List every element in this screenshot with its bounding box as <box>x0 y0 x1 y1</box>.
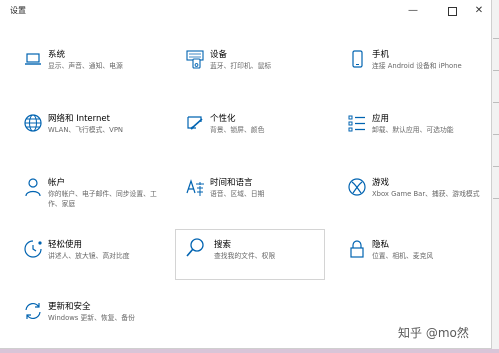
person-icon <box>25 178 41 197</box>
tile-apps-desc: 卸载、默认应用、可选功能 <box>372 126 454 134</box>
tile-accounts[interactable]: 帐户 你的帐户、电子邮件、同步设置、工作、家庭 <box>18 174 166 222</box>
tile-gaming[interactable]: 游戏 Xbox Game Bar、捕获、游戏模式 <box>342 174 490 222</box>
window-title: 设置 <box>10 6 26 15</box>
lock-icon <box>350 240 364 258</box>
taskbar-strip <box>0 349 499 353</box>
tile-devices-desc: 蓝牙、打印机、鼠标 <box>210 62 272 70</box>
tile-personalization-label: 个性化 <box>210 114 236 124</box>
tile-privacy-desc: 位置、相机、麦克风 <box>372 252 434 260</box>
tile-ease-of-access[interactable]: 轻松使用 讲述人、放大镜、高对比度 <box>18 236 166 284</box>
tile-search-desc: 查找我的文件、权限 <box>214 252 276 260</box>
background-window-edge <box>492 0 499 353</box>
maximize-icon <box>447 7 457 16</box>
tile-apps[interactable]: 应用 卸载、默认应用、可选功能 <box>342 110 490 158</box>
tile-network-desc: WLAN、飞行模式、VPN <box>48 126 124 134</box>
paintbrush-icon <box>187 116 203 130</box>
tile-devices[interactable]: 设备 蓝牙、打印机、鼠标 <box>180 46 328 94</box>
tile-privacy-label: 隐私 <box>372 240 390 250</box>
tile-privacy[interactable]: 隐私 位置、相机、麦克风 <box>342 236 490 284</box>
tile-time-language-desc: 语音、区域、日期 <box>210 190 265 198</box>
search-icon <box>186 238 204 257</box>
tile-search[interactable]: 搜索 查找我的文件、权限 <box>175 229 325 280</box>
tile-phone-label: 手机 <box>372 50 390 60</box>
tile-time-language-label: 时间和语言 <box>210 178 253 188</box>
update-icon <box>25 302 41 320</box>
tile-ease-of-access-label: 轻松使用 <box>48 240 83 250</box>
tile-phone-desc: 连接 Android 设备和 iPhone <box>372 62 462 70</box>
globe-icon <box>24 114 42 132</box>
tile-network[interactable]: 网络和 Internet WLAN、飞行模式、VPN <box>18 110 166 158</box>
settings-window: 设置 — ✕ 系统 显示、声音、通知、电源 设备 蓝牙、打印机、鼠标 手机 连接… <box>0 0 492 349</box>
tile-time-language[interactable]: 时间和语言 语音、区域、日期 <box>180 174 328 222</box>
tile-accounts-desc: 你的帐户、电子邮件、同步设置、工作、家庭 <box>48 190 157 208</box>
tile-system[interactable]: 系统 显示、声音、通知、电源 <box>18 46 166 94</box>
watermark: 知乎 @mo然 <box>398 326 469 340</box>
devices-icon <box>186 50 204 69</box>
ease-of-access-icon <box>24 240 42 258</box>
tile-network-label: 网络和 Internet <box>48 114 110 124</box>
tile-accounts-label: 帐户 <box>48 178 66 188</box>
title-bar: 设置 — ✕ <box>0 0 492 22</box>
close-button[interactable]: ✕ <box>470 3 488 19</box>
tile-gaming-desc: Xbox Game Bar、捕获、游戏模式 <box>372 190 480 198</box>
tile-update-security[interactable]: 更新和安全 Windows 更新、恢复、备份 <box>18 298 166 346</box>
xbox-icon <box>348 178 366 196</box>
minimize-button[interactable]: — <box>404 3 422 19</box>
tile-update-security-desc: Windows 更新、恢复、备份 <box>48 314 135 322</box>
tile-system-desc: 显示、声音、通知、电源 <box>48 62 123 70</box>
tile-apps-label: 应用 <box>372 114 390 124</box>
apps-list-icon <box>348 115 365 132</box>
laptop-icon <box>25 53 41 65</box>
tile-personalization[interactable]: 个性化 背景、锁屏、颜色 <box>180 110 328 158</box>
tile-gaming-label: 游戏 <box>372 178 390 188</box>
tile-update-security-label: 更新和安全 <box>48 302 91 312</box>
tile-ease-of-access-desc: 讲述人、放大镜、高对比度 <box>48 252 130 260</box>
tile-personalization-desc: 背景、锁屏、颜色 <box>210 126 265 134</box>
tile-search-label: 搜索 <box>214 240 232 250</box>
phone-icon <box>352 50 363 68</box>
tile-devices-label: 设备 <box>210 50 228 60</box>
maximize-button[interactable] <box>443 3 461 19</box>
time-language-icon <box>186 179 204 196</box>
tile-system-label: 系统 <box>48 50 66 60</box>
tile-phone[interactable]: 手机 连接 Android 设备和 iPhone <box>342 46 490 94</box>
